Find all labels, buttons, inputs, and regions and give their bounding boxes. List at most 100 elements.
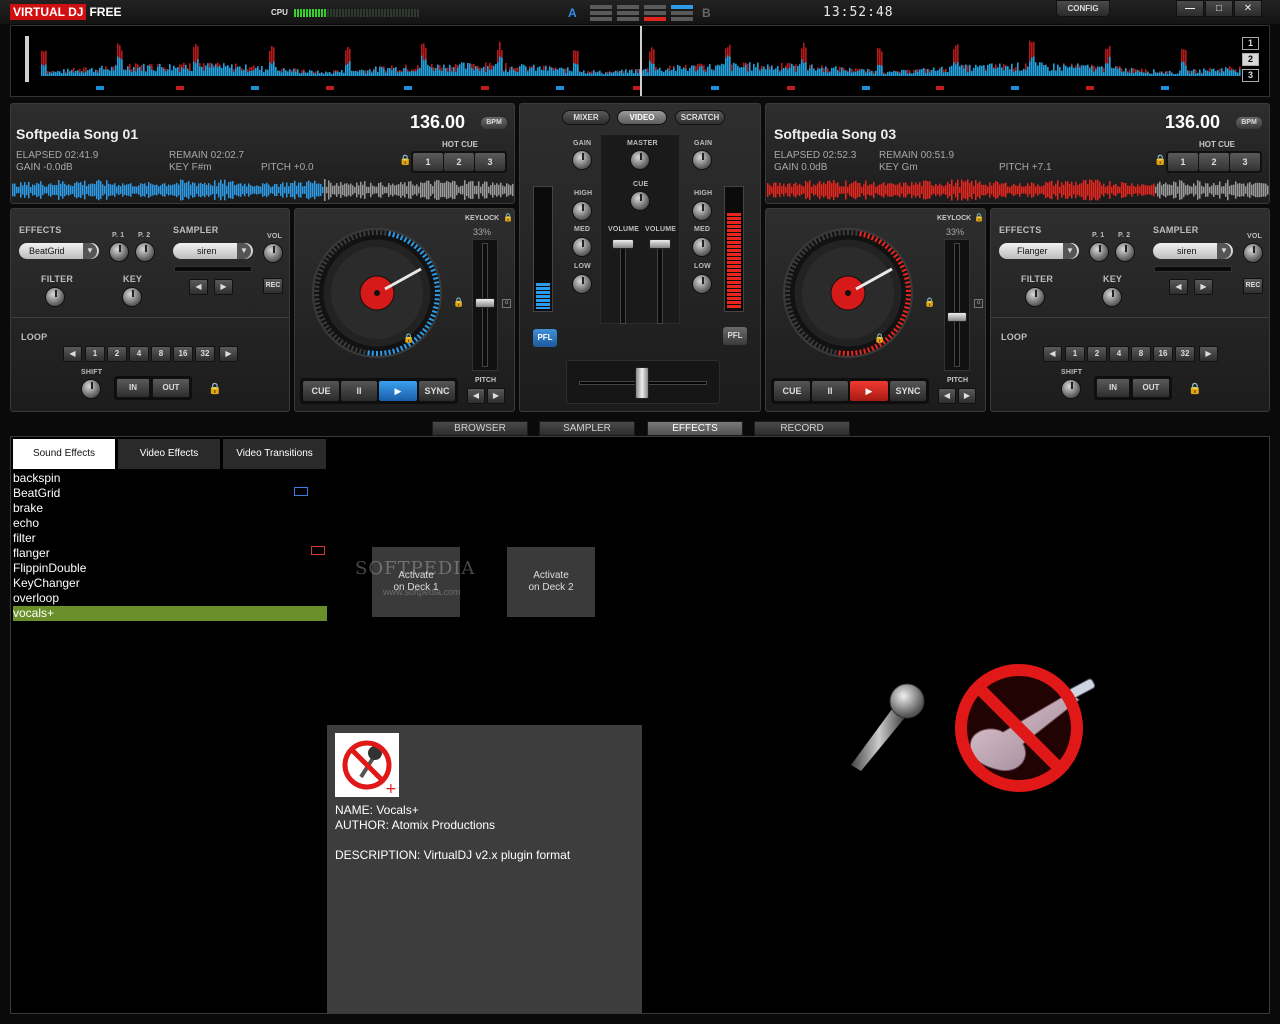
tab-effects[interactable]: EFFECTS [647,421,743,436]
effect-list-item[interactable]: flanger [13,546,327,561]
deck2-pause-button[interactable]: II [812,381,848,401]
zoom-slot-3[interactable]: 3 [1242,69,1259,82]
mixer-volume-right-track[interactable] [657,240,663,324]
deck1-loop-size-32-button[interactable]: 32 [195,346,215,362]
deck1-jog-lock-icon[interactable]: 🔒 [403,333,414,344]
deck2-hotcue-1[interactable]: 1 [1168,153,1198,171]
tab-browser[interactable]: BROWSER [432,421,528,436]
mixer-tab-scratch[interactable]: SCRATCH [675,110,725,125]
deck2-hotcue-2[interactable]: 2 [1199,153,1229,171]
deck2-loop-size-2-button[interactable]: 2 [1087,346,1107,362]
deck1-loop-size-4-button[interactable]: 4 [129,346,149,362]
mixer-volume-right-fader[interactable] [649,239,671,249]
effect-list-item[interactable]: overloop [13,591,327,606]
effect-list-item[interactable]: brake [13,501,327,516]
deck1-loop-size-8-button[interactable]: 8 [151,346,171,362]
deck2-jog-wheel[interactable] [780,225,916,361]
deck2-pitch-fader[interactable] [947,312,967,322]
mixer-high-right-knob[interactable] [692,201,712,221]
mixer-gain-right-knob[interactable] [692,150,712,170]
deck-layout-button-1[interactable] [590,5,612,21]
crossfader[interactable] [566,360,720,404]
deck1-bpm-button[interactable]: BPM [481,117,507,129]
mixer-pfl-left-button[interactable]: PFL [533,329,557,347]
deck2-loop-in-button[interactable]: IN [1096,378,1130,398]
deck2-hotcue-3[interactable]: 3 [1230,153,1260,171]
deck2-key-knob[interactable] [1102,287,1122,307]
mixer-pfl-right-button[interactable]: PFL [723,327,747,345]
deck-layout-button-4[interactable] [671,5,693,21]
deck1-loop-halve-button[interactable]: ◀ [63,346,82,362]
deck1-sampler-vol-knob[interactable] [263,243,283,263]
effect-list-item[interactable]: FlippinDouble [13,561,327,576]
deck1-loop-lock-icon[interactable]: 🔒 [208,382,222,395]
deck1-loop-size-1-button[interactable]: 1 [85,346,105,362]
deck1-pitch-lock-icon[interactable]: 🔒 [453,297,464,308]
deck1-sampler-prev-button[interactable]: ◀ [189,279,208,295]
deck2-shift-knob[interactable] [1061,379,1081,399]
crossfader-handle[interactable] [635,367,649,399]
deck1-sync-button[interactable]: SYNC [419,381,455,401]
deck2-pitch-reset-button[interactable]: o [974,299,983,308]
tab-sampler[interactable]: SAMPLER [539,421,635,436]
mixer-volume-left-track[interactable] [620,240,626,324]
effect-list-item[interactable]: BeatGrid [13,486,327,501]
deck1-pitch-fader[interactable] [475,298,495,308]
deck2-jog-lock-icon[interactable]: 🔒 [874,333,885,344]
subtab-video-transitions[interactable]: Video Transitions [223,439,326,469]
deck2-track-waveform[interactable] [767,178,1269,202]
deck1-pause-button[interactable]: II [341,381,377,401]
deck1-effect-p1-knob[interactable] [109,242,129,262]
deck-layout-button-2[interactable] [617,5,639,21]
deck1-pitch-bend-up-button[interactable]: ▶ [487,388,505,404]
deck1-key-knob[interactable] [122,287,142,307]
effect-list-item[interactable]: KeyChanger [13,576,327,591]
deck2-effect-p1-knob[interactable] [1089,242,1109,262]
config-button[interactable]: CONFIG [1056,0,1110,17]
deck2-pitch-lock-icon[interactable]: 🔒 [924,297,935,308]
effect-list-item[interactable]: echo [13,516,327,531]
rhythm-waveform-overview[interactable]: 1 2 3 [10,25,1270,97]
effect-list-item[interactable]: vocals+ [13,606,327,621]
deck1-hotcue-lock-icon[interactable]: 🔒 [399,155,411,166]
deck2-sampler-rec-button[interactable]: REC [1243,278,1263,294]
deck2-sampler-vol-knob[interactable] [1243,243,1263,263]
mixer-low-right-knob[interactable] [692,274,712,294]
effect-list-item[interactable]: backspin [13,471,327,486]
deck-layout-button-3[interactable] [644,5,666,21]
deck2-loop-size-4-button[interactable]: 4 [1109,346,1129,362]
deck2-effect-dropdown[interactable]: Flanger [999,243,1079,259]
deck1-hotcue-3[interactable]: 3 [475,153,505,171]
mixer-tab-mixer[interactable]: MIXER [562,110,610,125]
deck1-track-waveform[interactable] [12,178,514,202]
deck1-effect-dropdown[interactable]: BeatGrid [19,243,99,259]
deck1-effect-p2-knob[interactable] [135,242,155,262]
deck1-loop-size-2-button[interactable]: 2 [107,346,127,362]
deck2-hotcue-lock-icon[interactable]: 🔒 [1154,155,1166,166]
zoom-slot-1[interactable]: 1 [1242,37,1259,50]
deck2-pitch-bend-up-button[interactable]: ▶ [958,388,976,404]
deck1-loop-in-button[interactable]: IN [116,378,150,398]
zoom-slot-2[interactable]: 2 [1242,53,1259,66]
mixer-gain-left-knob[interactable] [572,150,592,170]
deck1-jog-wheel[interactable] [309,225,445,361]
deck1-sampler-dropdown[interactable]: siren [173,243,253,259]
maximize-button[interactable]: □ [1205,0,1233,17]
deck2-loop-double-button[interactable]: ▶ [1199,346,1218,362]
deck2-pitch-track[interactable] [954,243,960,367]
mixer-cue-knob[interactable] [630,191,650,211]
deck1-cue-button[interactable]: CUE [303,381,339,401]
activate-deck2-button[interactable]: Activate on Deck 2 [507,547,595,617]
deck2-bpm-button[interactable]: BPM [1236,117,1262,129]
deck1-loop-size-16-button[interactable]: 16 [173,346,193,362]
deck1-pitch-bend-down-button[interactable]: ◀ [467,388,485,404]
deck1-hotcue-1[interactable]: 1 [413,153,443,171]
deck1-shift-knob[interactable] [81,379,101,399]
deck2-loop-size-8-button[interactable]: 8 [1131,346,1151,362]
deck1-play-button[interactable]: ▶ [379,381,417,401]
deck2-play-button[interactable]: ▶ [850,381,888,401]
deck2-loop-halve-button[interactable]: ◀ [1043,346,1062,362]
deck2-loop-size-16-button[interactable]: 16 [1153,346,1173,362]
deck1-loop-double-button[interactable]: ▶ [219,346,238,362]
deck1-pitch-reset-button[interactable]: o [502,299,511,308]
